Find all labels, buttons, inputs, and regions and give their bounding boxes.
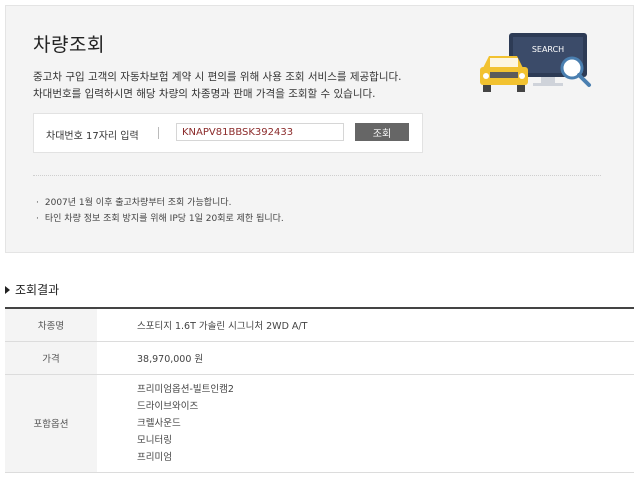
options-cell: 프리미엄옵션-빌트인캠2 드라이브와이즈 크렐사운드 모니터링 프리미엄 xyxy=(97,374,634,473)
option-item: 드라이브와이즈 xyxy=(137,400,199,412)
price-value: 38,970,000 원 xyxy=(97,341,634,375)
model-value: 스포티지 1.6T 가솔린 시그니처 2WD A/T xyxy=(97,307,634,342)
illustration-text: SEARCH xyxy=(532,45,564,54)
vin-input[interactable] xyxy=(176,123,344,141)
result-title-text: 조회결과 xyxy=(15,283,60,297)
model-label: 차종명 xyxy=(5,307,97,342)
arrow-right-icon xyxy=(5,285,10,294)
search-button[interactable]: 조회 xyxy=(355,123,409,141)
lookup-description: 중고차 구입 고객의 자동차보험 계약 시 편의를 위해 사용 조회 서비스를 … xyxy=(33,69,402,103)
price-label: 가격 xyxy=(5,341,97,375)
option-item: 모니터링 xyxy=(137,434,172,446)
notice-item: 타인 차량 정보 조회 방지를 위해 IP당 1일 20회로 제한 됩니다. xyxy=(36,211,284,227)
label-divider xyxy=(158,127,159,139)
option-item: 프리미엄옵션-빌트인캠2 xyxy=(137,383,234,395)
description-line-2: 차대번호를 입력하시면 해당 차량의 차종명과 판매 가격을 조회할 수 있습니… xyxy=(33,88,376,100)
page-title: 차량조회 xyxy=(33,34,105,56)
vin-input-label: 차대번호 17자리 입력 xyxy=(46,131,139,142)
notice-item: 2007년 1월 이후 출고차량부터 조회 가능합니다. xyxy=(36,195,284,211)
vin-search-row: 차대번호 17자리 입력 조회 xyxy=(33,113,423,153)
divider xyxy=(33,175,601,176)
table-row: 가격 38,970,000 원 xyxy=(5,341,634,375)
description-line-1: 중고차 구입 고객의 자동차보험 계약 시 편의를 위해 사용 조회 서비스를 … xyxy=(33,71,402,83)
car-search-illustration: SEARCH xyxy=(480,33,591,92)
notice-list: 2007년 1월 이후 출고차량부터 조회 가능합니다. 타인 차량 정보 조회… xyxy=(36,195,284,227)
table-row: 포함옵션 프리미엄옵션-빌트인캠2 드라이브와이즈 크렐사운드 모니터링 프리미… xyxy=(5,374,634,473)
option-item: 프리미엄 xyxy=(137,451,172,463)
option-item: 크렐사운드 xyxy=(137,417,181,429)
result-table: 차종명 스포티지 1.6T 가솔린 시그니처 2WD A/T 가격 38,970… xyxy=(5,307,634,473)
table-row: 차종명 스포티지 1.6T 가솔린 시그니처 2WD A/T xyxy=(5,307,634,342)
result-section-title: 조회결과 xyxy=(5,281,59,298)
options-label: 포함옵션 xyxy=(5,374,97,473)
